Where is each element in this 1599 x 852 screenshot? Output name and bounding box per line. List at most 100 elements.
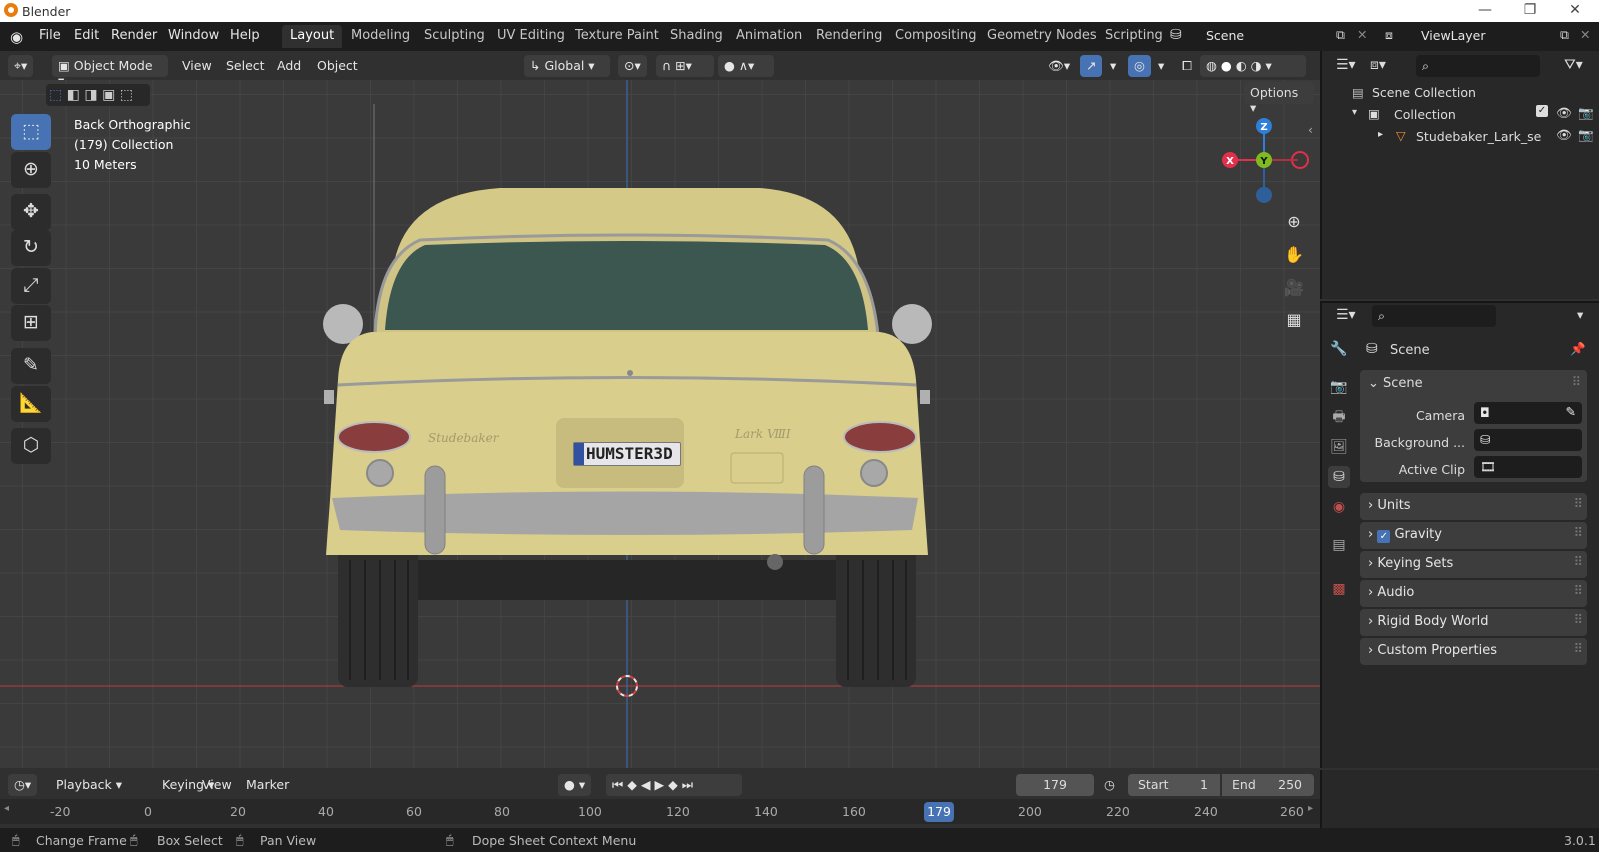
menu-view[interactable]: View [176, 55, 218, 77]
playback-controls[interactable]: ⏮◆◀▶◆⏭ [606, 774, 742, 796]
object-render-icon[interactable]: 📷 [1578, 127, 1594, 143]
texture-tab-icon[interactable]: ▩ [1328, 578, 1350, 600]
tab-uv-editing[interactable]: UV Editing [489, 25, 573, 48]
current-frame-field[interactable]: 179 [1016, 774, 1094, 796]
display-mode-icon[interactable]: ⧈▾ [1370, 57, 1386, 73]
minimize-icon[interactable]: — [1475, 2, 1495, 18]
transform-tool-icon[interactable]: ⊞ [11, 305, 51, 341]
tab-layout[interactable]: Layout [282, 25, 343, 48]
scene-selector[interactable]: Scene [1200, 25, 1330, 47]
select-intersect-icon[interactable]: ⬚ [120, 87, 133, 103]
menu-object[interactable]: Object [311, 55, 364, 77]
close-icon[interactable]: ✕ [1565, 2, 1585, 18]
camera-field[interactable]: ◘ ✎ [1474, 402, 1582, 424]
select-mode-group[interactable]: ⬚ ◧ ◨ ▣ ⬚ [46, 84, 150, 106]
background-field[interactable]: ⛁ [1474, 429, 1582, 451]
mode-dropdown[interactable]: ▣ Object Mode ▾ [52, 55, 168, 88]
editor-type-icon[interactable]: ⌖▾ [8, 55, 34, 77]
pan-hand-icon[interactable]: ✋ [1280, 241, 1308, 269]
timeline-view-menu[interactable]: View [196, 774, 238, 796]
tab-sculpting[interactable]: Sculpting [416, 25, 493, 48]
shading-mode-group[interactable]: ◍ ● ◐ ◑ ▾ [1200, 55, 1306, 77]
ruler-left-arrow[interactable]: ◂ [4, 803, 9, 814]
outliner-editor-icon[interactable]: ☰▾ [1336, 57, 1356, 73]
tab-animation[interactable]: Animation [728, 25, 810, 48]
maximize-icon[interactable]: ❐ [1520, 2, 1540, 18]
select-extend-icon[interactable]: ◧ [67, 87, 80, 103]
panel-gravity[interactable]: › ✓ Gravity ⠿ [1360, 522, 1587, 549]
viewlayer-selector[interactable]: ViewLayer [1415, 25, 1555, 47]
collection-label[interactable]: Collection [1394, 107, 1456, 122]
playhead[interactable]: 179 [924, 802, 954, 822]
menu-add[interactable]: Add [271, 55, 307, 77]
world-tab-icon[interactable]: ◉ [1328, 496, 1350, 518]
collection-exclude-checkbox[interactable]: ✓ [1536, 105, 1548, 117]
filter-icon[interactable]: ⛛▾ [1564, 57, 1583, 73]
menu-window[interactable]: Window [168, 28, 219, 43]
start-frame-field[interactable]: Start 1 [1128, 774, 1220, 796]
tab-texture-paint[interactable]: Texture Paint [567, 25, 667, 48]
autokey-record-icon[interactable]: ● ▾ [558, 774, 592, 796]
menu-help[interactable]: Help [230, 28, 260, 43]
select-new-icon[interactable]: ⬚ [49, 87, 62, 103]
options-button[interactable]: Options ▾ [1244, 82, 1314, 115]
render-tab-icon[interactable]: 📷 [1328, 376, 1350, 398]
scale-tool-icon[interactable]: ⤢ [11, 268, 51, 304]
collection-tab-icon[interactable]: ▤ [1328, 534, 1350, 556]
camera-view-icon[interactable]: 🎥 [1280, 274, 1308, 302]
measure-tool-icon[interactable]: 📐 [11, 386, 51, 422]
timeline-editor-icon[interactable]: ◷▾ [8, 774, 38, 796]
collection-visibility-icon[interactable]: 👁 [1556, 105, 1572, 121]
3d-viewport[interactable]: Studebaker Lark ⅧⅠ Z X Y HUMSTER3D ⬚ ◧ ◨… [0, 80, 1320, 768]
menu-render[interactable]: Render [111, 28, 157, 43]
delete-viewlayer-icon[interactable]: ✕ [1580, 27, 1590, 42]
timeline-ruler[interactable]: ◂ -20 0 20 40 60 80 100 120 140 160 179 … [0, 799, 1320, 824]
annotate-tool-icon[interactable]: ✎ [11, 348, 51, 384]
scene-tab-icon[interactable]: ⛁ [1328, 466, 1350, 488]
overlays-dropdown-icon[interactable]: ▾ [1152, 55, 1170, 77]
perspective-toggle-icon[interactable]: ▦ [1280, 306, 1308, 334]
panel-grip-icon[interactable]: ⠿ [1572, 374, 1581, 389]
menu-select[interactable]: Select [220, 55, 271, 77]
panel-custom-properties[interactable]: › Custom Properties ⠿ [1360, 638, 1587, 665]
eyedropper-icon[interactable]: ✎ [1566, 404, 1576, 419]
playback-menu[interactable]: Playback ▾ [50, 774, 128, 796]
collection-render-icon[interactable]: 📷 [1578, 105, 1594, 121]
sidebar-toggle-icon[interactable]: ‹ [1308, 122, 1313, 137]
blender-menu-icon[interactable]: ◉ [10, 28, 23, 46]
viewlayer-icon[interactable]: ⧈ [1385, 27, 1393, 43]
gravity-checkbox[interactable]: ✓ [1377, 530, 1391, 543]
panel-units[interactable]: › Units ⠿ [1360, 493, 1587, 520]
cursor-tool-icon[interactable]: ⊕ [11, 152, 51, 188]
object-expand-icon[interactable]: ▸ [1378, 129, 1383, 140]
panel-keying-sets[interactable]: › Keying Sets ⠿ [1360, 551, 1587, 578]
tab-shading[interactable]: Shading [662, 25, 731, 48]
preview-range-icon[interactable]: ◷ [1104, 777, 1115, 792]
panel-rigid-body-world[interactable]: › Rigid Body World ⠿ [1360, 609, 1587, 636]
object-visibility-icon[interactable]: 👁 [1556, 127, 1572, 143]
active-clip-field[interactable]: 🎞 [1474, 456, 1582, 478]
rotate-tool-icon[interactable]: ↻ [11, 230, 51, 266]
collection-expand-icon[interactable]: ▾ [1352, 107, 1357, 118]
select-subtract-icon[interactable]: ◨ [84, 87, 97, 103]
tab-modeling[interactable]: Modeling [343, 25, 418, 48]
menu-file[interactable]: File [39, 28, 61, 43]
prev-keyframe-icon[interactable]: ◆ [627, 777, 641, 792]
properties-options-icon[interactable]: ▾ [1577, 307, 1583, 322]
next-keyframe-icon[interactable]: ◆ [668, 777, 682, 792]
jump-end-icon[interactable]: ⏭ [682, 777, 697, 792]
pin-icon[interactable]: 📌 [1570, 341, 1586, 357]
delete-scene-icon[interactable]: ✕ [1357, 27, 1367, 42]
menu-edit[interactable]: Edit [74, 28, 99, 43]
panel-audio[interactable]: › Audio ⠿ [1360, 580, 1587, 607]
gizmo-dropdown-icon[interactable]: ▾ [1104, 55, 1122, 77]
pivot-point-icon[interactable]: ⊙▾ [618, 55, 647, 77]
ruler-right-arrow[interactable]: ▸ [1308, 803, 1313, 814]
snap-icon[interactable]: ∩ ⊞▾ [656, 55, 714, 77]
play-reverse-icon[interactable]: ◀ [641, 777, 655, 792]
tab-scripting[interactable]: Scripting [1097, 25, 1171, 48]
new-viewlayer-icon[interactable]: ⧉ [1560, 27, 1569, 43]
scene-collection-label[interactable]: Scene Collection [1372, 85, 1476, 100]
scene-icon[interactable]: ⛁ [1170, 27, 1182, 43]
properties-search[interactable]: ⌕ [1372, 305, 1496, 327]
